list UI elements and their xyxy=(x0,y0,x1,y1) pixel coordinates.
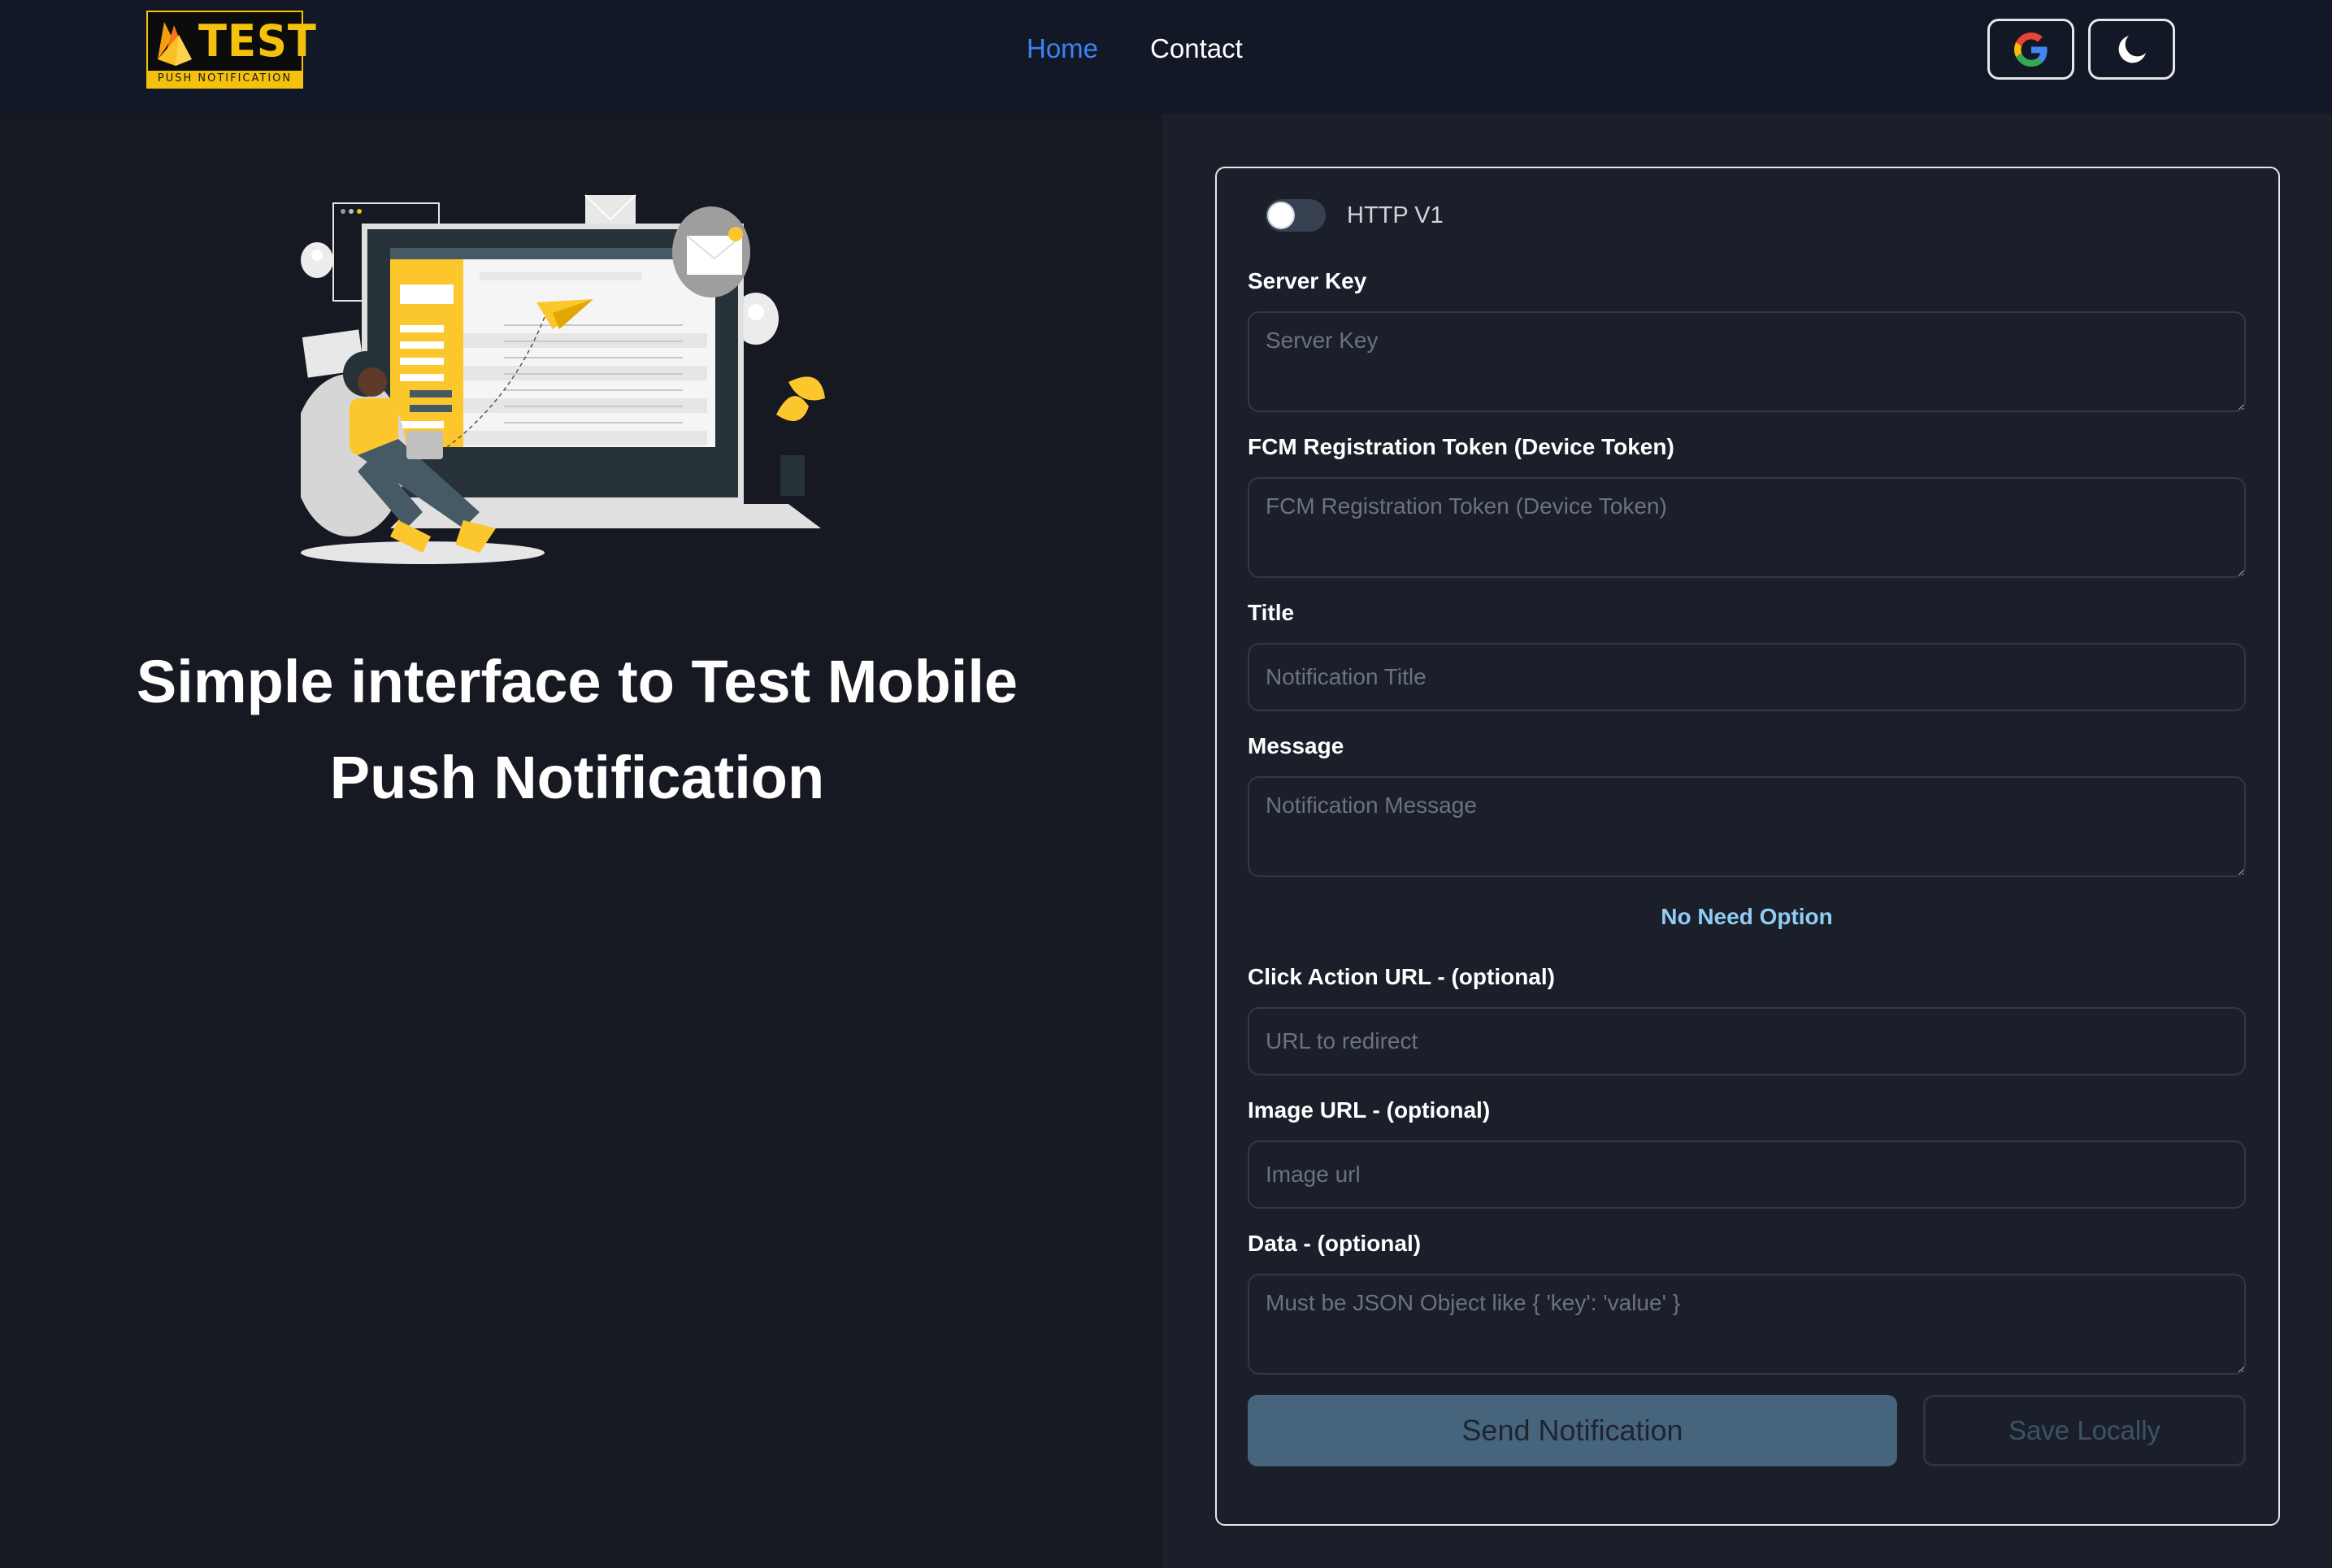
toggle-knob xyxy=(1267,202,1295,229)
title-input[interactable] xyxy=(1248,643,2246,711)
image-url-label: Image URL - (optional) xyxy=(1248,1097,1491,1123)
moon-icon xyxy=(2118,35,2146,63)
title-label: Title xyxy=(1248,600,1295,625)
server-key-input[interactable] xyxy=(1248,311,2246,412)
google-icon xyxy=(2013,32,2048,67)
header: TEST PUSH NOTIFICATION Home Contact xyxy=(0,0,2332,114)
http-v1-toggle-row: HTTP V1 xyxy=(1266,199,1444,232)
nav-contact[interactable]: Contact xyxy=(1150,31,1243,67)
firebase-flame-icon xyxy=(158,22,192,66)
click-action-label: Click Action URL - (optional) xyxy=(1248,964,1555,989)
data-input[interactable] xyxy=(1248,1274,2246,1375)
save-locally-button[interactable]: Save Locally xyxy=(1923,1395,2246,1466)
logo-subtitle: PUSH NOTIFICATION xyxy=(148,71,302,87)
hero-title-line2: Push Notification xyxy=(329,744,825,811)
image-url-input[interactable] xyxy=(1248,1140,2246,1209)
message-label: Message xyxy=(1248,733,1344,758)
hero-panel: Simple interface to Test Mobile Push Not… xyxy=(0,114,1162,1568)
click-action-input[interactable] xyxy=(1248,1007,2246,1075)
no-need-option-heading: No Need Option xyxy=(1661,904,1833,929)
logo-title: TEST xyxy=(198,15,317,67)
hero-title-line1: Simple interface to Test Mobile xyxy=(136,648,1018,715)
main-nav: Home Contact xyxy=(1027,31,1243,67)
data-label: Data - (optional) xyxy=(1248,1231,1422,1256)
nav-home[interactable]: Home xyxy=(1027,31,1098,67)
person-sending-email-illustration xyxy=(301,194,825,564)
google-sign-in-button[interactable] xyxy=(1987,19,2074,80)
theme-toggle-button[interactable] xyxy=(2088,19,2175,80)
hero-title: Simple interface to Test Mobile Push Not… xyxy=(81,634,1073,826)
logo[interactable]: TEST PUSH NOTIFICATION xyxy=(146,11,316,89)
http-v1-label: HTTP V1 xyxy=(1347,202,1444,228)
device-token-label: FCM Registration Token (Device Token) xyxy=(1248,434,1674,459)
device-token-input[interactable] xyxy=(1248,477,2246,578)
send-notification-button[interactable]: Send Notification xyxy=(1248,1395,1897,1466)
message-input[interactable] xyxy=(1248,776,2246,877)
http-v1-toggle[interactable] xyxy=(1266,199,1326,232)
server-key-label: Server Key xyxy=(1248,268,1367,293)
